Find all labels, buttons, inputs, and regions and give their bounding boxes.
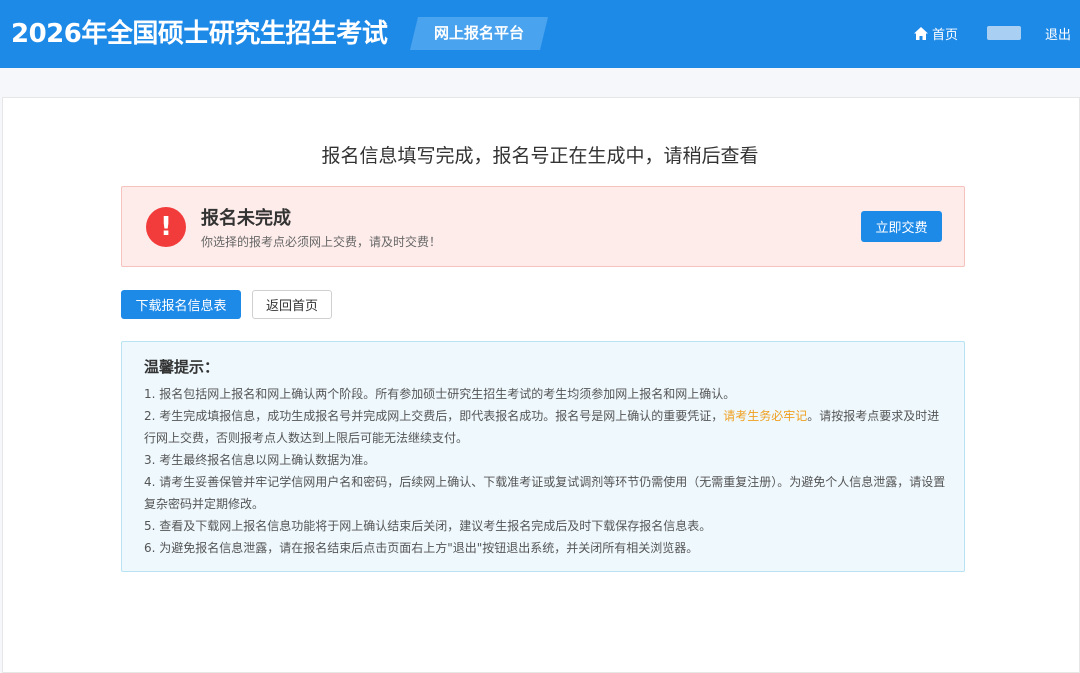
logout-link[interactable]: 退出 bbox=[1045, 24, 1071, 43]
tip-item: 5. 查看及下载网上报名信息功能将于网上确认结束后关闭，建议考生报名完成后及时下… bbox=[144, 515, 948, 537]
status-headline: 报名信息填写完成，报名号正在生成中，请稍后查看 bbox=[321, 145, 759, 167]
tip-item: 4. 请考生妥善保管并牢记学信网用户名和密码，后续网上确认、下载准考证或复试调剂… bbox=[144, 471, 948, 515]
download-info-button[interactable]: 下载报名信息表 bbox=[121, 290, 241, 319]
alert-title: 报名未完成 bbox=[201, 208, 291, 229]
app-title: 2026年全国硕士研究生招生考试 bbox=[11, 19, 388, 49]
platform-tag: 网上报名平台 bbox=[410, 17, 548, 50]
incomplete-alert: ! 报名未完成 你选择的报考点必须网上交费，请及时交费！ 立即交费 bbox=[121, 186, 965, 267]
tip-text: 1. 报名包括网上报名和网上确认两个阶段。所有参加硕士研究生招生考试的考生均须参… bbox=[144, 387, 736, 401]
tip-highlight: 请考生务必牢记 bbox=[723, 409, 808, 423]
tip-text: 3. 考生最终报名信息以网上确认数据为准。 bbox=[144, 453, 376, 467]
tips-list: 1. 报名包括网上报名和网上确认两个阶段。所有参加硕士研究生招生考试的考生均须参… bbox=[144, 383, 948, 559]
tip-item: 2. 考生完成填报信息，成功生成报名号并完成网上交费后，即代表报名成功。报名号是… bbox=[144, 405, 948, 449]
pay-now-button[interactable]: 立即交费 bbox=[861, 211, 942, 242]
back-home-button[interactable]: 返回首页 bbox=[252, 290, 332, 319]
nav-home-label: 首页 bbox=[932, 27, 959, 43]
nav-home-link[interactable]: 首页 bbox=[913, 23, 958, 43]
platform-tag-label: 网上报名平台 bbox=[433, 24, 524, 42]
tip-item: 3. 考生最终报名信息以网上确认数据为准。 bbox=[144, 449, 948, 471]
tip-text: 6. 为避免报名信息泄露，请在报名结束后点击页面右上方"退出"按钮退出系统，并关… bbox=[144, 541, 699, 555]
tip-item: 1. 报名包括网上报名和网上确认两个阶段。所有参加硕士研究生招生考试的考生均须参… bbox=[144, 383, 948, 405]
tip-item: 6. 为避免报名信息泄露，请在报名结束后点击页面右上方"退出"按钮退出系统，并关… bbox=[144, 537, 948, 559]
tip-text: 5. 查看及下载网上报名信息功能将于网上确认结束后关闭，建议考生报名完成后及时下… bbox=[144, 519, 712, 533]
top-header: 2026年全国硕士研究生招生考试 网上报名平台 首页 退出 bbox=[0, 0, 1080, 68]
user-name-blurred[interactable] bbox=[987, 26, 1021, 40]
alert-description: 你选择的报考点必须网上交费，请及时交费！ bbox=[201, 235, 442, 249]
tip-text: 4. 请考生妥善保管并牢记学信网用户名和密码，后续网上确认、下载准考证或复试调剂… bbox=[144, 475, 946, 511]
tips-title: 温馨提示： bbox=[144, 358, 220, 376]
exclamation-icon: ! bbox=[146, 207, 186, 247]
home-icon bbox=[914, 26, 928, 40]
tips-box: 温馨提示： 1. 报名包括网上报名和网上确认两个阶段。所有参加硕士研究生招生考试… bbox=[121, 341, 965, 572]
tip-text: 2. 考生完成填报信息，成功生成报名号并完成网上交费后，即代表报名成功。报名号是… bbox=[144, 409, 724, 423]
